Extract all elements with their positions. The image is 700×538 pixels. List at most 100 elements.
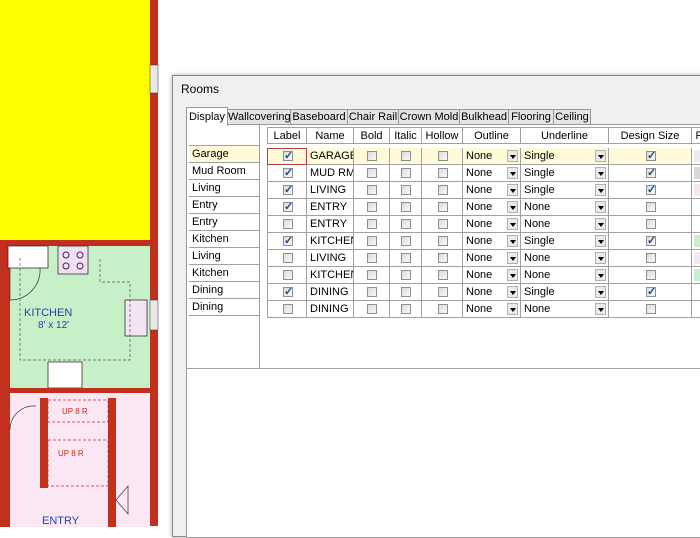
dropdown-arrow-icon[interactable] — [507, 235, 518, 247]
design-size-checkbox[interactable] — [646, 202, 656, 212]
dropdown-arrow-icon[interactable] — [595, 150, 606, 162]
cell-bold[interactable] — [354, 182, 390, 199]
cell-italic[interactable] — [390, 284, 422, 301]
fill-color-swatch[interactable] — [694, 184, 700, 196]
room-list-item[interactable]: Living — [189, 248, 259, 265]
cell-fill[interactable] — [692, 284, 700, 301]
bold-checkbox[interactable] — [367, 185, 377, 195]
tab-ceiling[interactable]: Ceiling — [553, 109, 591, 125]
room-list-item[interactable]: Entry — [189, 197, 259, 214]
design-size-checkbox[interactable]: ✓ — [646, 235, 656, 247]
cell-design-size[interactable]: ✓ — [609, 284, 692, 301]
design-size-checkbox[interactable] — [646, 253, 656, 263]
cell-italic[interactable] — [390, 216, 422, 233]
cell-italic[interactable] — [390, 233, 422, 250]
cell-hollow[interactable] — [422, 284, 463, 301]
column-header-italic[interactable]: Italic — [390, 127, 422, 144]
cell-bold[interactable] — [354, 165, 390, 182]
cell-name[interactable]: ENTRY — [307, 216, 354, 233]
tab-baseboard[interactable]: Baseboard — [290, 109, 348, 125]
cell-underline[interactable]: Single — [521, 165, 609, 182]
italic-checkbox[interactable] — [401, 236, 411, 246]
design-size-checkbox[interactable] — [646, 304, 656, 314]
design-size-checkbox[interactable]: ✓ — [646, 150, 656, 162]
cell-label[interactable]: ✓ — [267, 148, 307, 165]
design-size-checkbox[interactable] — [646, 219, 656, 229]
cell-underline[interactable]: None — [521, 250, 609, 267]
cell-bold[interactable] — [354, 301, 390, 318]
cell-underline[interactable]: None — [521, 267, 609, 284]
cell-name[interactable]: LIVING — [307, 250, 354, 267]
cell-name[interactable]: ENTRY — [307, 199, 354, 216]
dropdown-arrow-icon[interactable] — [595, 167, 606, 179]
fill-color-swatch[interactable] — [694, 235, 700, 247]
bold-checkbox[interactable] — [367, 236, 377, 246]
cell-design-size[interactable] — [609, 267, 692, 284]
cell-hollow[interactable] — [422, 182, 463, 199]
design-size-checkbox[interactable]: ✓ — [646, 184, 656, 196]
dropdown-arrow-icon[interactable] — [595, 303, 606, 315]
italic-checkbox[interactable] — [401, 185, 411, 195]
design-size-checkbox[interactable]: ✓ — [646, 167, 656, 179]
bold-checkbox[interactable] — [367, 219, 377, 229]
tab-flooring[interactable]: Flooring — [508, 109, 554, 125]
hollow-checkbox[interactable] — [438, 253, 448, 263]
hollow-checkbox[interactable] — [438, 236, 448, 246]
fill-color-swatch[interactable] — [694, 252, 700, 264]
cell-bold[interactable] — [354, 148, 390, 165]
cell-design-size[interactable]: ✓ — [609, 148, 692, 165]
fill-color-swatch[interactable] — [694, 150, 700, 162]
cell-design-size[interactable] — [609, 199, 692, 216]
room-list-item[interactable]: Mud Room — [189, 163, 259, 180]
cell-underline[interactable]: Single — [521, 148, 609, 165]
tab-bulkhead[interactable]: Bulkhead — [459, 109, 509, 125]
hollow-checkbox[interactable] — [438, 270, 448, 280]
bold-checkbox[interactable] — [367, 202, 377, 212]
label-checkbox[interactable]: ✓ — [283, 201, 293, 213]
cell-design-size[interactable]: ✓ — [609, 233, 692, 250]
tab-crown-mold[interactable]: Crown Mold — [398, 109, 460, 125]
cell-label[interactable]: ✓ — [267, 284, 307, 301]
room-list-item[interactable]: Living — [189, 180, 259, 197]
cell-hollow[interactable] — [422, 301, 463, 318]
room-list-item[interactable]: Entry — [189, 214, 259, 231]
bold-checkbox[interactable] — [367, 168, 377, 178]
italic-checkbox[interactable] — [401, 168, 411, 178]
cell-name[interactable]: DINING — [307, 284, 354, 301]
cell-hollow[interactable] — [422, 216, 463, 233]
cell-fill[interactable] — [692, 148, 700, 165]
cell-underline[interactable]: Single — [521, 182, 609, 199]
room-list-item[interactable]: Garage — [189, 146, 259, 163]
cell-design-size[interactable] — [609, 250, 692, 267]
cell-underline[interactable]: Single — [521, 284, 609, 301]
cell-outline[interactable]: None — [463, 301, 521, 318]
dropdown-arrow-icon[interactable] — [507, 269, 518, 281]
cell-italic[interactable] — [390, 301, 422, 318]
hollow-checkbox[interactable] — [438, 168, 448, 178]
cell-label[interactable]: ✓ — [267, 165, 307, 182]
cell-fill[interactable] — [692, 199, 700, 216]
hollow-checkbox[interactable] — [438, 151, 448, 161]
room-list-item[interactable]: Dining — [189, 282, 259, 299]
bold-checkbox[interactable] — [367, 151, 377, 161]
dropdown-arrow-icon[interactable] — [595, 286, 606, 298]
dropdown-arrow-icon[interactable] — [595, 218, 606, 230]
cell-fill[interactable] — [692, 250, 700, 267]
dropdown-arrow-icon[interactable] — [507, 303, 518, 315]
cell-name[interactable]: LIVING — [307, 182, 354, 199]
cell-italic[interactable] — [390, 267, 422, 284]
label-checkbox[interactable] — [283, 270, 293, 280]
dropdown-arrow-icon[interactable] — [507, 150, 518, 162]
floor-plan-canvas[interactable]: KITCHEN 8' x 12' UP 8 R UP 8 R ENTRY — [0, 0, 170, 527]
tab-chair-rail[interactable]: Chair Rail — [347, 109, 399, 125]
column-header-hollow[interactable]: Hollow — [422, 127, 463, 144]
label-checkbox[interactable]: ✓ — [283, 184, 293, 196]
design-size-checkbox[interactable]: ✓ — [646, 286, 656, 298]
dropdown-arrow-icon[interactable] — [507, 286, 518, 298]
cell-outline[interactable]: None — [463, 250, 521, 267]
dropdown-arrow-icon[interactable] — [507, 201, 518, 213]
cell-outline[interactable]: None — [463, 233, 521, 250]
cell-outline[interactable]: None — [463, 165, 521, 182]
cell-name[interactable]: DINING — [307, 301, 354, 318]
cell-outline[interactable]: None — [463, 148, 521, 165]
